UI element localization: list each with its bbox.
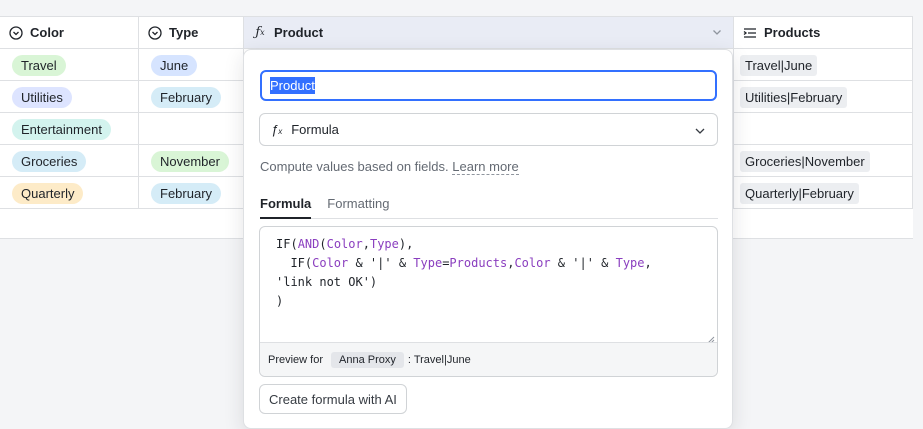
column-header-label: Color bbox=[30, 25, 64, 40]
resize-handle-icon[interactable] bbox=[707, 332, 715, 344]
column-header-label: Type bbox=[169, 25, 199, 40]
type-tag: February bbox=[151, 182, 222, 204]
products-value: Utilities|February bbox=[740, 86, 848, 108]
color-tag: Quarterly bbox=[12, 182, 84, 204]
products-cell[interactable]: Utilities|February bbox=[734, 81, 913, 113]
tab-formatting[interactable]: Formatting bbox=[327, 196, 389, 219]
formula-line: IF(AND(Color,Type), bbox=[276, 237, 414, 251]
learn-more-link[interactable]: Learn more bbox=[452, 159, 519, 175]
products-value: Quarterly|February bbox=[740, 182, 859, 204]
formula-line: ) bbox=[276, 294, 284, 308]
type-tag: February bbox=[151, 86, 222, 108]
products-cell[interactable]: Travel|June bbox=[734, 49, 913, 81]
column-header-type[interactable]: Type bbox=[139, 17, 244, 49]
color-tag: Groceries bbox=[12, 150, 87, 172]
field-type-description: Compute values based on fields. Learn mo… bbox=[260, 159, 519, 175]
color-cell[interactable]: Entertainment bbox=[0, 113, 139, 145]
products-cell[interactable]: Groceries|November bbox=[734, 145, 913, 177]
formula-editor[interactable]: IF(AND(Color,Type), IF(Color & '|' & Typ… bbox=[259, 226, 718, 377]
tab-formula[interactable]: Formula bbox=[260, 196, 312, 219]
field-name-text: Product bbox=[270, 77, 315, 94]
field-type-label: Formula bbox=[291, 122, 339, 137]
color-cell[interactable]: Utilities bbox=[0, 81, 139, 113]
chevron-down-icon bbox=[694, 125, 706, 140]
products-value: Travel|June bbox=[740, 54, 818, 76]
formula-icon: ƒx bbox=[271, 122, 283, 137]
type-cell[interactable] bbox=[139, 113, 244, 145]
column-header-product[interactable]: ƒx Product bbox=[244, 17, 734, 49]
single-select-icon bbox=[148, 25, 162, 40]
text-field-icon bbox=[743, 26, 757, 40]
single-select-icon bbox=[9, 25, 23, 40]
create-formula-ai-button[interactable]: Create formula with AI bbox=[259, 384, 407, 414]
formula-line: 'link not OK') bbox=[276, 275, 378, 289]
color-tag: Utilities bbox=[12, 86, 72, 108]
formula-tabs: Formula Formatting bbox=[260, 196, 718, 219]
type-tag: June bbox=[151, 54, 198, 76]
preview-user-select[interactable]: Anna Proxy bbox=[331, 351, 404, 368]
type-cell[interactable]: November bbox=[139, 145, 244, 177]
type-cell[interactable]: February bbox=[139, 81, 244, 113]
chevron-down-icon[interactable] bbox=[711, 26, 723, 41]
color-tag: Entertainment bbox=[12, 118, 111, 140]
column-header-color[interactable]: Color bbox=[0, 17, 139, 49]
formula-icon: ƒx bbox=[255, 25, 265, 40]
type-cell[interactable]: June bbox=[139, 49, 244, 81]
color-tag: Travel bbox=[12, 54, 66, 76]
color-cell[interactable]: Groceries bbox=[0, 145, 139, 177]
field-type-select[interactable]: ƒx Formula bbox=[259, 113, 718, 146]
formula-preview: Preview for Anna Proxy : Travel|June bbox=[260, 342, 717, 376]
column-header-products[interactable]: Products bbox=[734, 17, 913, 49]
color-cell[interactable]: Quarterly bbox=[0, 177, 139, 209]
column-header-label: Product bbox=[274, 25, 324, 40]
formula-code[interactable]: IF(AND(Color,Type), IF(Color & '|' & Typ… bbox=[276, 235, 652, 311]
preview-label: Preview for bbox=[268, 353, 324, 366]
column-header-label: Products bbox=[764, 25, 821, 40]
color-cell[interactable]: Travel bbox=[0, 49, 139, 81]
field-config-popup: Product ƒx Formula Compute values based … bbox=[243, 49, 733, 429]
products-cell[interactable] bbox=[734, 113, 913, 145]
preview-value: : Travel|June bbox=[407, 353, 471, 366]
formula-line: IF(Color & '|' & Type=Products,Color & '… bbox=[276, 256, 652, 270]
type-tag: November bbox=[151, 150, 229, 172]
field-name-input[interactable]: Product bbox=[260, 70, 717, 101]
type-cell[interactable]: February bbox=[139, 177, 244, 209]
products-value: Groceries|November bbox=[740, 150, 870, 172]
products-cell[interactable]: Quarterly|February bbox=[734, 177, 913, 209]
